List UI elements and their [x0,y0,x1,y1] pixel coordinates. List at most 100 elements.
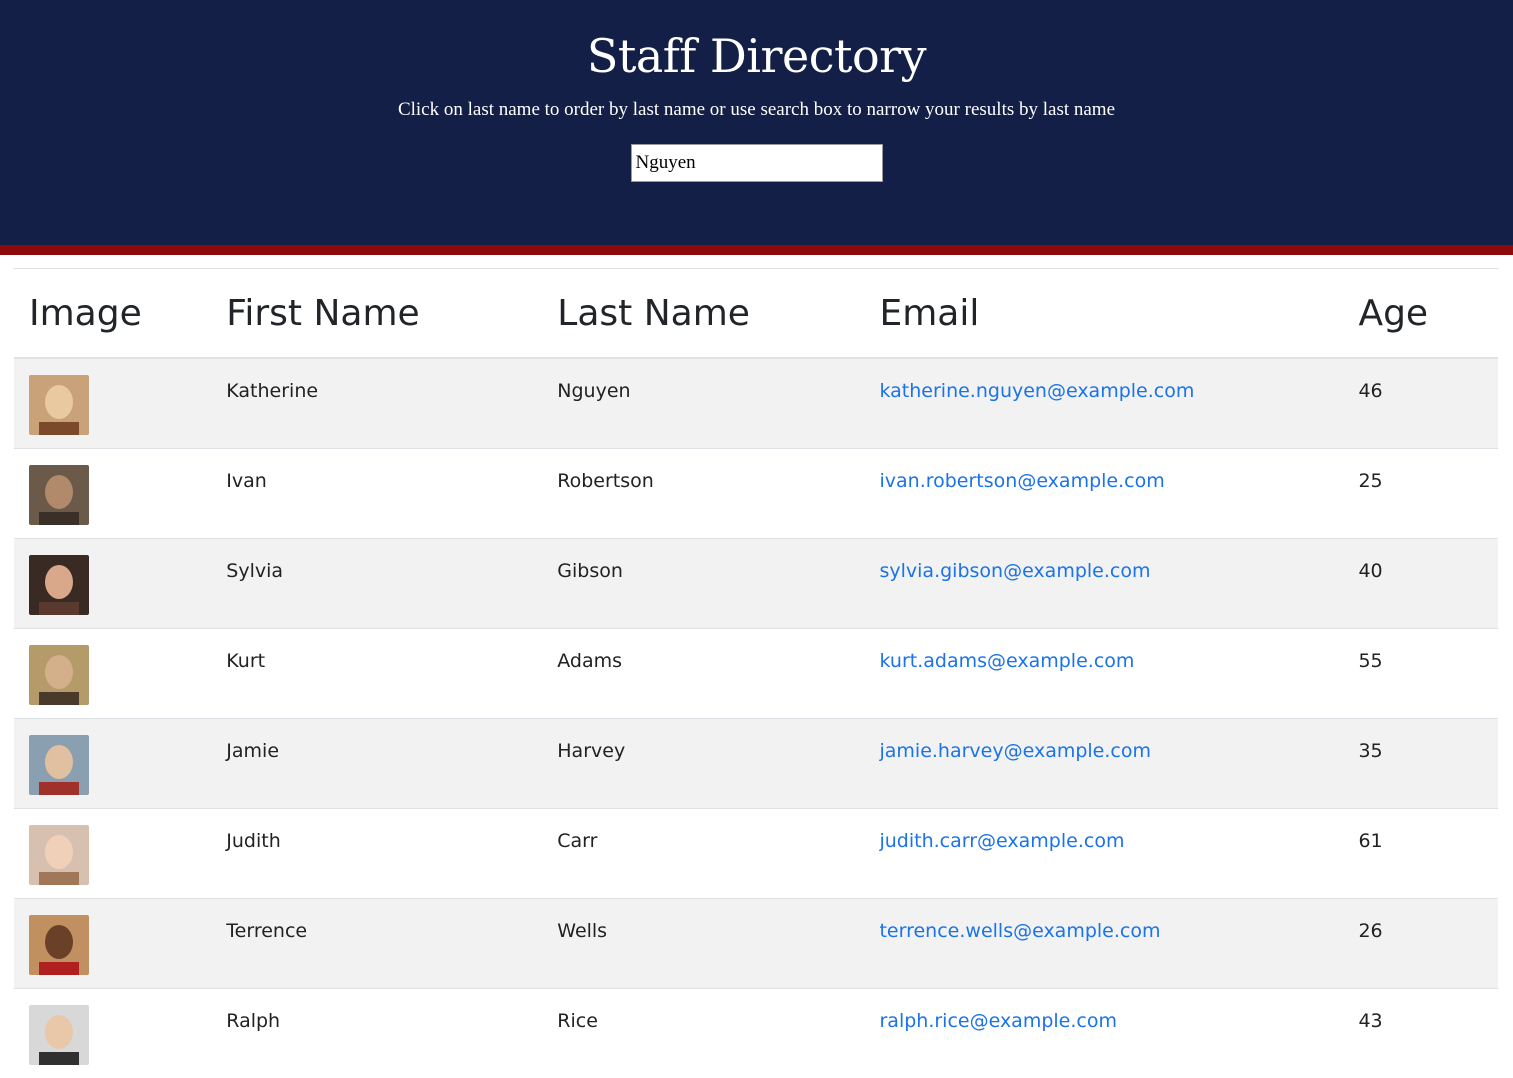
page-title: Staff Directory [586,29,927,83]
last-name: Nguyen [557,380,631,402]
email-link[interactable]: ralph.rice@example.com [879,1010,1117,1032]
email-cell: katherine.nguyen@example.com [864,357,1344,448]
age-cell: 25 [1343,447,1498,538]
table-row: Jamie Harvey jamie.harvey@example.com 35 [14,717,1498,808]
last-name: Adams [557,649,623,672]
email-wrapper: terrence.wells@example.com [879,919,1328,943]
age-cell: 35 [1343,717,1498,808]
last-name-cell: Wells [542,897,865,988]
last-name: Rice [557,1009,598,1032]
table-row: Terrence Wells terrence.wells@example.com 2… [14,897,1498,988]
first-name-cell: Judith [211,807,543,898]
first-name-cell: Jamie [211,717,543,808]
table-body: Katherine Nguyen katherine.nguyen@example.… [14,357,1498,1078]
column-header-image: Image [14,268,212,359]
first-name: Terrence [226,919,308,942]
image-cell [14,357,212,448]
email-link[interactable]: judith.carr@example.com [879,830,1124,852]
last-name: Wells [557,919,608,942]
email-wrapper: kurt.adams@example.com [879,649,1328,673]
image-cell [14,987,212,1078]
image-cell [14,807,212,898]
staff-table: Image First Name Last Name Email Age Kat… [14,268,1498,1078]
age-cell: 43 [1343,987,1498,1078]
email-link[interactable]: ivan.robertson@example.com [879,470,1164,492]
table-row: Ralph Rice ralph.rice@example.com 43 [14,987,1498,1078]
email-cell: sylvia.gibson@example.com [864,537,1344,628]
last-name: Carr [557,829,598,852]
page-header: Staff Directory Click on last name to or… [0,0,1513,255]
avatar [29,914,89,975]
column-header-email: Email [864,268,1344,359]
first-name-cell: Terrence [211,897,543,988]
last-name-cell: Robertson [542,447,865,538]
age-cell: 55 [1343,627,1498,718]
table-row: Judith Carr judith.carr@example.com 61 [14,807,1498,898]
first-name: Ivan [226,469,267,492]
age: 35 [1358,739,1383,762]
table-row: Ivan Robertson ivan.robertson@example.com 2… [14,447,1498,538]
first-name-cell: Katherine [211,357,543,448]
age: 43 [1358,1009,1383,1032]
age-cell: 40 [1343,537,1498,628]
age: 26 [1358,919,1383,942]
last-name-cell: Nguyen [542,357,865,448]
age: 55 [1358,649,1383,672]
avatar [29,554,89,615]
age-cell: 61 [1343,807,1498,898]
email-wrapper: katherine.nguyen@example.com [879,379,1328,403]
email-cell: ivan.robertson@example.com [864,447,1344,538]
email-cell: judith.carr@example.com [864,807,1344,898]
email-wrapper: jamie.harvey@example.com [879,739,1328,763]
last-name-cell: Harvey [542,717,865,808]
email-link[interactable]: kurt.adams@example.com [879,650,1134,672]
table-row: Sylvia Gibson sylvia.gibson@example.com 40 [14,537,1498,628]
email-cell: terrence.wells@example.com [864,897,1344,988]
first-name: Katherine [226,380,319,402]
email-cell: jamie.harvey@example.com [864,717,1344,808]
staff-table-container: Image First Name Last Name Email Age Kat… [14,268,1498,1078]
last-name: Robertson [557,469,654,492]
avatar [29,734,89,795]
age: 61 [1358,829,1383,852]
first-name: Jamie [226,739,280,762]
first-name: Judith [226,829,281,852]
email-wrapper: sylvia.gibson@example.com [879,559,1328,583]
age: 40 [1358,559,1383,582]
avatar [29,464,89,525]
email-link[interactable]: terrence.wells@example.com [879,920,1160,942]
age-cell: 46 [1343,357,1498,448]
column-header-first-name: First Name [211,268,543,359]
search-container [0,144,1513,182]
email-cell: ralph.rice@example.com [864,987,1344,1078]
first-name-cell: Kurt [211,627,543,718]
avatar [29,644,89,705]
first-name: Sylvia [226,559,284,582]
first-name-cell: Sylvia [211,537,543,628]
image-cell [14,897,212,988]
last-name: Gibson [557,559,623,582]
email-wrapper: ivan.robertson@example.com [879,469,1328,493]
column-header-age: Age [1343,268,1498,359]
email-cell: kurt.adams@example.com [864,627,1344,718]
table-row: Katherine Nguyen katherine.nguyen@example.… [14,357,1498,448]
email-link[interactable]: jamie.harvey@example.com [879,740,1151,762]
first-name: Ralph [226,1009,281,1032]
last-name-cell: Rice [542,987,865,1078]
avatar [29,375,89,435]
avatar [29,1004,89,1065]
image-cell [14,537,212,628]
first-name-cell: Ivan [211,447,543,538]
column-header-last-name-sort[interactable]: Last Name [542,268,865,359]
image-cell [14,447,212,538]
age-cell: 26 [1343,897,1498,988]
image-cell [14,717,212,808]
first-name-cell: Ralph [211,987,543,1078]
email-link[interactable]: sylvia.gibson@example.com [879,560,1150,582]
table-header-row: Image First Name Last Name Email Age [14,268,1498,359]
email-link[interactable]: katherine.nguyen@example.com [879,380,1194,402]
last-name-cell: Carr [542,807,865,898]
last-name-cell: Gibson [542,537,865,628]
last-name-cell: Adams [542,627,865,718]
search-input[interactable] [630,144,883,182]
